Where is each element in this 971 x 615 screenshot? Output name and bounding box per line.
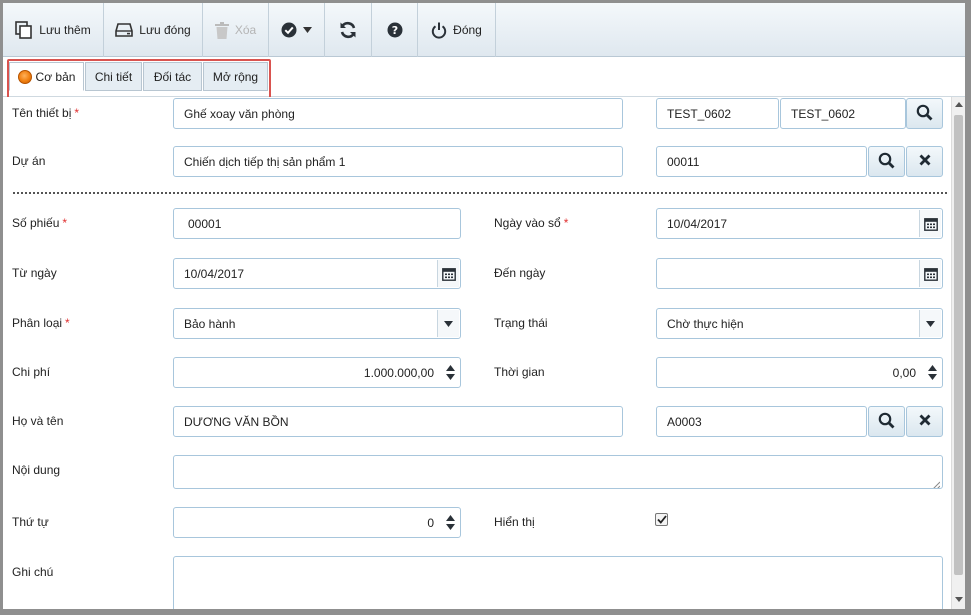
form-window: Lưu thêm Lưu đóng Xóa ? Đóng Cơ bản Chi … (3, 3, 965, 609)
refresh-icon (339, 21, 357, 39)
entry-date-input[interactable]: 10/04/2017 (656, 208, 943, 239)
device-name-label: Tên thiết bị * (12, 106, 80, 120)
tab-label: Cơ bản (35, 69, 76, 84)
time-stepper[interactable] (923, 359, 941, 386)
status-select[interactable]: Chờ thực hiện (656, 308, 943, 339)
tab-details[interactable]: Chi tiết (85, 62, 142, 91)
trash-icon (214, 21, 229, 39)
time-label: Thời gian (494, 365, 545, 379)
close-button[interactable]: Đóng (418, 3, 496, 57)
from-date-label: Từ ngày (12, 266, 57, 280)
note-label: Ghi chú (12, 565, 54, 579)
search-icon (878, 412, 895, 432)
chevron-down-icon[interactable] (919, 310, 941, 337)
section-divider (13, 192, 947, 194)
note-textarea[interactable] (173, 556, 943, 609)
help-button[interactable]: ? (372, 3, 418, 57)
project-search-button[interactable] (868, 146, 905, 177)
ticket-no-input[interactable]: 00001 (173, 208, 461, 239)
tab-bar: Cơ bản Chi tiết Đối tác Mở rộng (3, 57, 965, 99)
delete-button[interactable]: Xóa (203, 3, 269, 57)
employee-clear-button[interactable] (906, 406, 943, 437)
full-name-label: Họ và tên (12, 414, 64, 428)
content-textarea[interactable] (173, 455, 943, 489)
device-code-input[interactable]: TEST_0602 (656, 98, 779, 129)
category-select[interactable]: Bảo hành (173, 308, 461, 339)
order-stepper[interactable] (441, 509, 459, 536)
to-date-label: Đến ngày (494, 266, 546, 280)
project-code-input[interactable]: 00011 (656, 146, 867, 177)
refresh-button[interactable] (325, 3, 372, 57)
to-date-input[interactable] (656, 258, 943, 289)
tab-label: Chi tiết (94, 69, 133, 84)
check-circle-icon (281, 22, 297, 38)
save-close-label: Lưu đóng (139, 23, 191, 37)
scroll-up-icon[interactable] (955, 102, 963, 107)
resize-grip-icon[interactable] (932, 478, 941, 488)
tab-label: Mở rộng (212, 69, 259, 84)
device-code-secondary-input[interactable]: TEST_0602 (780, 98, 906, 129)
calendar-icon[interactable] (437, 260, 459, 287)
entry-date-label: Ngày vào sổ * (494, 216, 569, 230)
calendar-icon[interactable] (919, 260, 941, 287)
approve-dropdown-button[interactable] (269, 3, 325, 57)
svg-text:?: ? (391, 24, 397, 37)
toolbar: Lưu thêm Lưu đóng Xóa ? Đóng (3, 3, 965, 57)
power-icon (431, 22, 447, 39)
search-icon (916, 104, 933, 124)
cost-label: Chi phí (12, 365, 51, 379)
tab-extended[interactable]: Mở rộng (203, 62, 268, 91)
radio-dot-icon (17, 69, 32, 84)
from-date-input[interactable]: 10/04/2017 (173, 258, 461, 289)
project-clear-button[interactable] (906, 146, 943, 177)
device-name-input[interactable]: Ghế xoay văn phòng (173, 98, 623, 129)
order-input[interactable]: 0 (173, 507, 461, 538)
full-name-input[interactable]: DƯƠNG VĂN BỒN (173, 406, 623, 437)
project-input[interactable]: Chiến dịch tiếp thị sản phẩm 1 (173, 146, 623, 177)
order-label: Thứ tự (12, 515, 49, 529)
tab-basic[interactable]: Cơ bản (9, 62, 84, 91)
checkmark-icon (656, 515, 667, 524)
help-icon: ? (387, 22, 403, 38)
cost-stepper[interactable] (441, 359, 459, 386)
display-label: Hiển thị (494, 515, 535, 529)
close-icon (919, 414, 931, 429)
time-input[interactable]: 0,00 (656, 357, 943, 388)
content-label: Nội dung (12, 463, 61, 477)
display-checkbox[interactable] (655, 513, 668, 526)
category-label: Phân loại * (12, 316, 70, 330)
save-more-label: Lưu thêm (39, 23, 91, 37)
chevron-down-icon[interactable] (437, 310, 459, 337)
copy-icon (15, 21, 33, 39)
tab-label: Đối tác (153, 69, 192, 84)
scrollbar-thumb[interactable] (954, 115, 963, 575)
employee-search-button[interactable] (868, 406, 905, 437)
chevron-down-icon (303, 27, 312, 33)
basic-form: Tên thiết bị * Ghế xoay văn phòng TEST_06… (3, 97, 951, 609)
close-icon (919, 154, 931, 169)
close-label: Đóng (453, 23, 482, 37)
delete-label: Xóa (234, 23, 257, 37)
scroll-down-icon[interactable] (955, 597, 963, 602)
search-icon (878, 152, 895, 172)
save-close-button[interactable]: Lưu đóng (104, 3, 203, 57)
vertical-scrollbar[interactable] (951, 97, 965, 609)
drive-icon (115, 22, 134, 38)
cost-input[interactable]: 1.000.000,00 (173, 357, 461, 388)
project-label: Dự án (12, 154, 46, 168)
tab-partners[interactable]: Đối tác (143, 62, 202, 91)
save-more-button[interactable]: Lưu thêm (3, 3, 104, 57)
ticket-no-label: Số phiếu * (12, 216, 68, 230)
status-label: Trạng thái (494, 316, 548, 330)
device-search-button[interactable] (906, 98, 943, 129)
employee-code-input[interactable]: A0003 (656, 406, 867, 437)
calendar-icon[interactable] (919, 210, 941, 237)
